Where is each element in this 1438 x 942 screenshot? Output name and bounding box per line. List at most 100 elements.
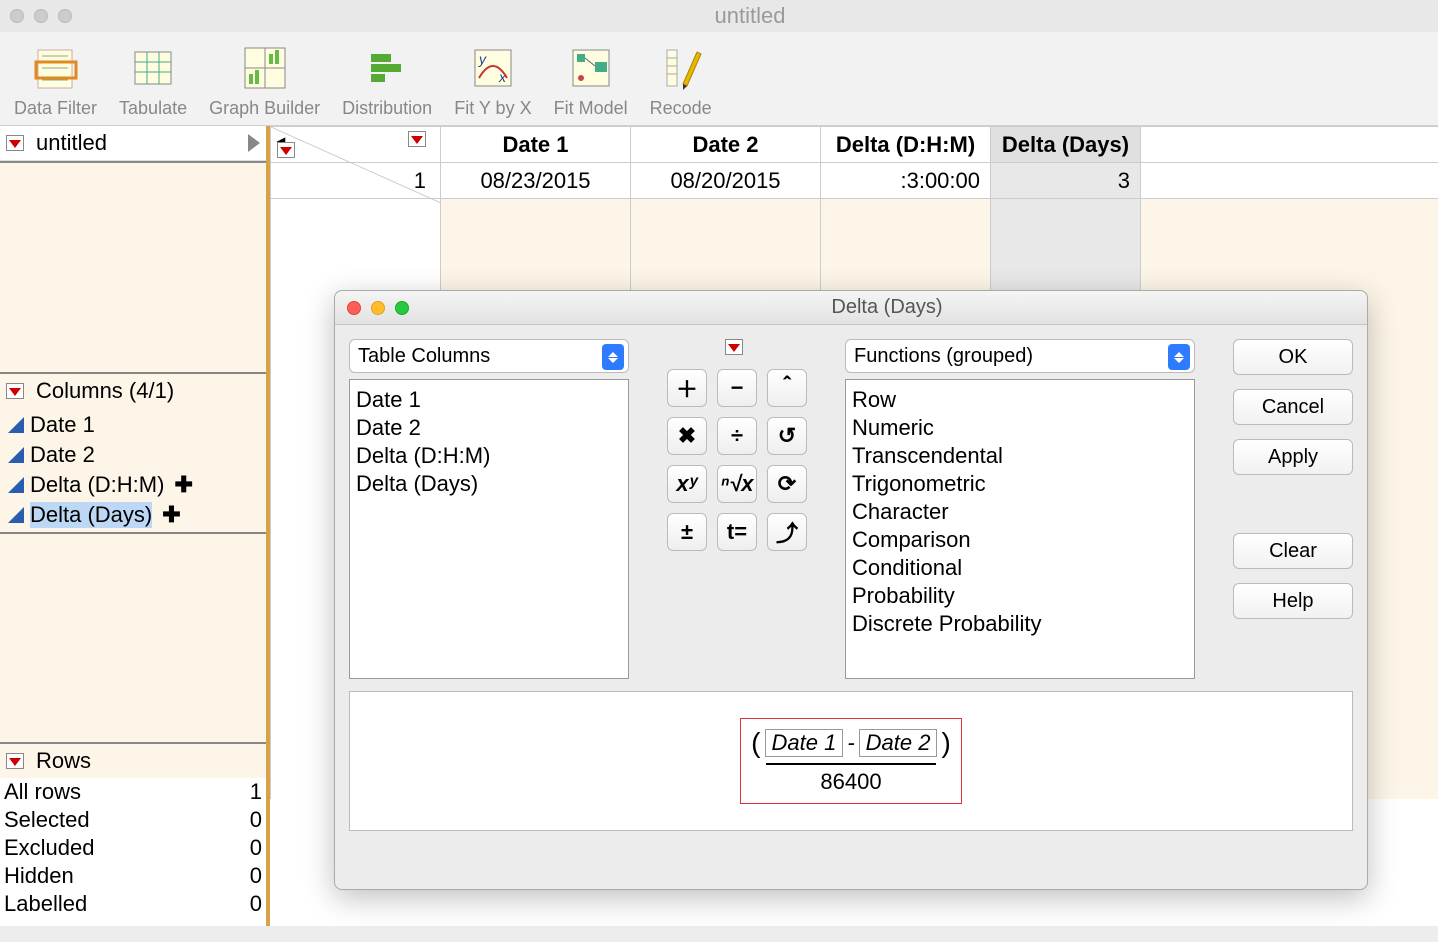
op-root[interactable]: ⁿ√x <box>717 465 757 503</box>
formula-op: - <box>847 730 854 756</box>
column-item[interactable]: Date 1 <box>4 410 262 440</box>
rows-panel-header[interactable]: Rows <box>0 744 266 778</box>
rows-stats: All rows1Selected0Excluded0Hidden0Labell… <box>0 778 266 926</box>
list-item[interactable]: Comparison <box>852 526 1188 554</box>
op-redo[interactable]: ⟳ <box>767 465 807 503</box>
grid-corner[interactable]: ◂ <box>271 127 441 163</box>
list-item[interactable]: Delta (D:H:M) <box>356 442 622 470</box>
rows-menu-icon[interactable] <box>277 142 295 158</box>
functions-listbox[interactable]: RowNumericTranscendentalTrigonometricCha… <box>845 379 1195 679</box>
table-row[interactable]: 108/23/201508/20/2015:3:00:003 <box>271 163 1438 199</box>
chevron-updown-icon <box>602 344 624 370</box>
list-item[interactable]: Conditional <box>852 554 1188 582</box>
row-stat[interactable]: Labelled0 <box>4 890 262 918</box>
columns-list: Date 1Date 2Delta (D:H:M)✚Delta (Days)✚ <box>0 408 266 532</box>
list-item[interactable]: Trigonometric <box>852 470 1188 498</box>
op-xy[interactable]: xʸ <box>667 465 707 503</box>
column-header[interactable]: Date 1 <box>441 127 631 163</box>
list-item[interactable]: Character <box>852 498 1188 526</box>
column-item[interactable]: Delta (Days)✚ <box>4 500 262 530</box>
cancel-button[interactable]: Cancel <box>1233 389 1353 425</box>
column-header-empty <box>1141 127 1438 163</box>
tool-graph-builder[interactable]: Graph Builder <box>209 42 320 119</box>
column-header[interactable]: Delta (D:H:M) <box>821 127 991 163</box>
cell[interactable]: 3 <box>991 163 1141 199</box>
functions-grouping-select[interactable]: Functions (grouped) <box>845 339 1195 373</box>
list-item[interactable]: Date 1 <box>356 386 622 414</box>
run-script-icon[interactable] <box>248 134 260 152</box>
cell[interactable]: 08/20/2015 <box>631 163 821 199</box>
dialog-title: Delta (Days) <box>419 296 1355 319</box>
rows-panel: Rows All rows1Selected0Excluded0Hidden0L… <box>0 742 266 926</box>
row-stat[interactable]: Excluded0 <box>4 834 262 862</box>
columns-listbox[interactable]: Date 1Date 2Delta (D:H:M)Delta (Days) <box>349 379 629 679</box>
tool-label: Data Filter <box>14 98 97 119</box>
help-button[interactable]: Help <box>1233 583 1353 619</box>
op-undo[interactable]: ↺ <box>767 417 807 455</box>
formula-editor-dialog: Delta (Days) Table Columns Date 1Date 2D… <box>334 290 1368 890</box>
graph-builder-icon <box>239 42 291 94</box>
disclosure-icon[interactable] <box>6 135 24 151</box>
ok-button[interactable]: OK <box>1233 339 1353 375</box>
keypad-menu-icon[interactable] <box>725 339 743 355</box>
chevron-updown-icon <box>1168 344 1190 370</box>
formula-expression[interactable]: ( Date 1 - Date 2 ) 86400 <box>740 718 962 804</box>
list-item[interactable]: Discrete Probability <box>852 610 1188 638</box>
table-panel-header[interactable]: untitled <box>0 126 266 161</box>
dialog-minimize-icon[interactable] <box>371 301 385 315</box>
tool-tabulate[interactable]: Tabulate <box>119 42 187 119</box>
op-peel[interactable]: ⤴ <box>767 513 807 551</box>
column-header[interactable]: Date 2 <box>631 127 821 163</box>
columns-source-select[interactable]: Table Columns <box>349 339 629 373</box>
functions-block: Functions (grouped) RowNumericTranscende… <box>845 339 1195 679</box>
op-plus[interactable]: ＋ <box>667 369 707 407</box>
columns-header-text: Columns (4/1) <box>36 378 174 404</box>
tool-fit-model[interactable]: Fit Model <box>554 42 628 119</box>
tool-fit-y-by-x[interactable]: yx Fit Y by X <box>454 42 531 119</box>
formula-denominator[interactable]: 86400 <box>820 769 881 795</box>
op-power[interactable]: ＾ <box>767 369 807 407</box>
window-minimize-icon[interactable] <box>34 9 48 23</box>
op-divide[interactable]: ÷ <box>717 417 757 455</box>
formula-term-b[interactable]: Date 2 <box>859 729 938 757</box>
columns-panel: Columns (4/1) Date 1Date 2Delta (D:H:M)✚… <box>0 372 266 534</box>
op-assign[interactable]: t= <box>717 513 757 551</box>
op-negate[interactable]: ± <box>667 513 707 551</box>
window-close-icon[interactable] <box>10 9 24 23</box>
disclosure-icon[interactable] <box>6 383 24 399</box>
disclosure-icon[interactable] <box>6 753 24 769</box>
column-item[interactable]: Date 2 <box>4 440 262 470</box>
dialog-close-icon[interactable] <box>347 301 361 315</box>
dialog-buttons: OK Cancel Apply Clear Help <box>1233 339 1353 619</box>
tool-distribution[interactable]: Distribution <box>342 42 432 119</box>
cell-empty <box>1141 163 1438 199</box>
row-stat[interactable]: All rows1 <box>4 778 262 806</box>
column-item[interactable]: Delta (D:H:M)✚ <box>4 470 262 500</box>
window-zoom-icon[interactable] <box>58 9 72 23</box>
apply-button[interactable]: Apply <box>1233 439 1353 475</box>
op-multiply[interactable]: ✖ <box>667 417 707 455</box>
list-item[interactable]: Date 2 <box>356 414 622 442</box>
list-item[interactable]: Numeric <box>852 414 1188 442</box>
column-header-selected[interactable]: Delta (Days) <box>991 127 1141 163</box>
dialog-zoom-icon[interactable] <box>395 301 409 315</box>
columns-menu-icon[interactable] <box>408 131 426 147</box>
columns-panel-header[interactable]: Columns (4/1) <box>0 374 266 408</box>
list-item[interactable]: Delta (Days) <box>356 470 622 498</box>
list-item[interactable]: Row <box>852 386 1188 414</box>
list-item[interactable]: Probability <box>852 582 1188 610</box>
dialog-titlebar[interactable]: Delta (Days) <box>335 291 1367 325</box>
row-stat[interactable]: Selected0 <box>4 806 262 834</box>
tool-recode[interactable]: Recode <box>650 42 712 119</box>
list-item[interactable]: Transcendental <box>852 442 1188 470</box>
formula-canvas[interactable]: ( Date 1 - Date 2 ) 86400 <box>349 691 1353 831</box>
cell[interactable]: :3:00:00 <box>821 163 991 199</box>
cell[interactable]: 08/23/2015 <box>441 163 631 199</box>
clear-button[interactable]: Clear <box>1233 533 1353 569</box>
op-minus[interactable]: − <box>717 369 757 407</box>
tool-data-filter[interactable]: Data Filter <box>14 42 97 119</box>
row-stat[interactable]: Hidden0 <box>4 862 262 890</box>
continuous-icon <box>8 417 24 433</box>
fit-model-icon <box>565 42 617 94</box>
formula-term-a[interactable]: Date 1 <box>765 729 844 757</box>
